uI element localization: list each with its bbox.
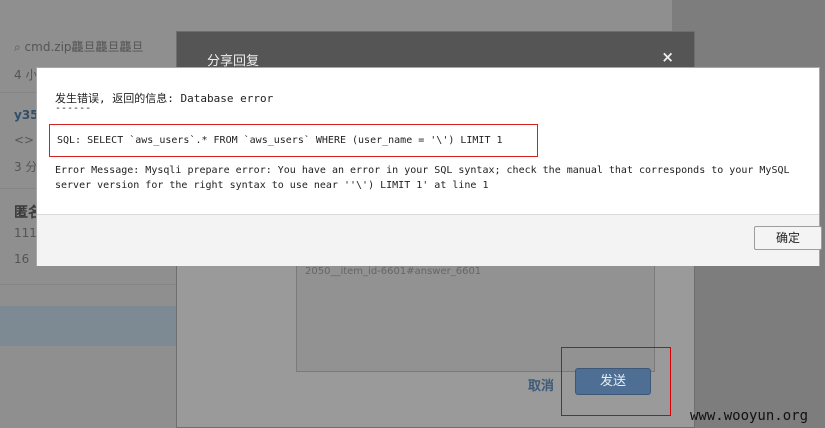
- error-divider: ------: [55, 103, 92, 114]
- paperclip-icon: ⌕: [14, 40, 25, 54]
- close-icon[interactable]: ×: [661, 48, 674, 66]
- ok-button[interactable]: 确定: [754, 226, 822, 250]
- share-dialog-header: 分享回复 ×: [177, 32, 694, 69]
- error-message-line-2: server version for the right syntax to u…: [55, 180, 489, 191]
- sql-statement: SQL: SELECT `aws_users`.* FROM `aws_user…: [57, 135, 503, 146]
- error-dialog: 发生错误, 返回的信息: Database error ------ SQL: …: [36, 67, 822, 266]
- watermark: www.wooyun.org: [690, 408, 809, 424]
- timestamp: 3 分: [14, 160, 38, 174]
- comment-snippet: <>: [14, 133, 35, 147]
- annotation-box-sql: SQL: SELECT `aws_users`.* FROM `aws_user…: [49, 124, 538, 157]
- timestamp: 16: [14, 252, 30, 266]
- cancel-link[interactable]: 取消: [528, 375, 554, 394]
- attachment-link: ⌕ cmd.zip龘旦龘旦龘旦: [14, 40, 144, 54]
- username-link: y35: [14, 108, 39, 122]
- share-textarea-value: 2050__item_id-6601#answer_6601: [305, 266, 482, 277]
- error-message-line-1: Error Message: Mysqli prepare error: You…: [55, 165, 790, 176]
- timestamp: 4 小: [14, 68, 38, 82]
- annotation-box-send: [561, 347, 671, 416]
- error-dialog-footer: 确定: [37, 214, 822, 266]
- comment-snippet: 111: [14, 226, 37, 240]
